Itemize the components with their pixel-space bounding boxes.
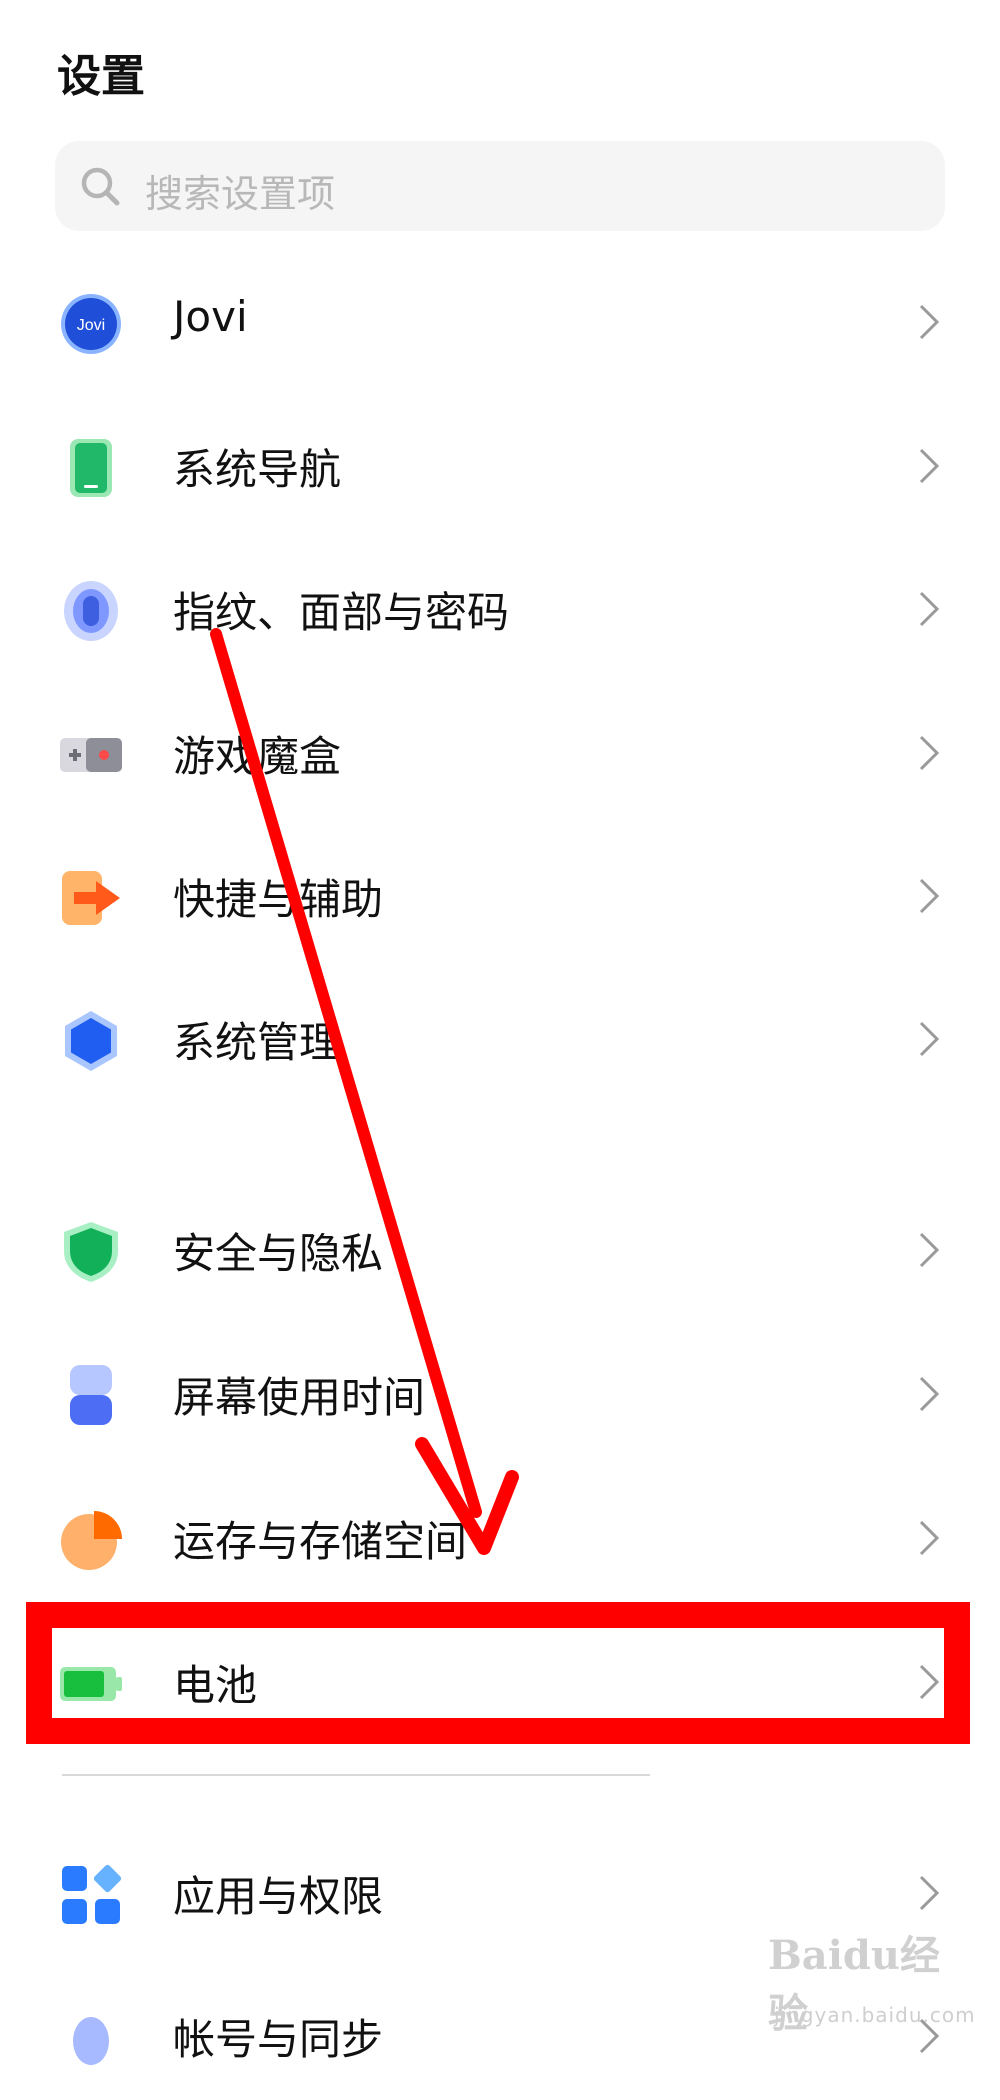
pie-storage-icon <box>61 1511 122 1570</box>
settings-item-label: 屏幕使用时间 <box>173 1373 426 1422</box>
settings-item-label: 系统管理 <box>173 1018 342 1067</box>
battery-highlight-box <box>26 1602 970 1744</box>
fingerprint-icon <box>64 581 118 641</box>
settings-item-system-navigation[interactable]: 系统导航 <box>0 400 1000 530</box>
page-title: 设置 <box>57 51 145 102</box>
chevron-right-icon <box>919 448 940 484</box>
settings-item-label: 帐号与同步 <box>173 2015 384 2064</box>
account-icon <box>73 2017 109 2065</box>
settings-item-shortcuts-accessibility[interactable]: 快捷与辅助 <box>0 830 1000 960</box>
apps-grid-icon <box>62 1864 122 1924</box>
settings-item-label: 快捷与辅助 <box>173 875 384 924</box>
chevron-right-icon <box>919 304 940 340</box>
baidu-jingyan-watermark: Baidu经验 jingyan.baidu.com <box>768 1905 975 2045</box>
chevron-right-icon <box>919 1520 940 1556</box>
settings-item-screen-time[interactable]: 屏幕使用时间 <box>0 1328 1000 1458</box>
search-bar[interactable]: 搜索设置项 <box>55 141 945 231</box>
watermark-url: jingyan.baidu.com <box>774 2003 976 2027</box>
shield-icon <box>64 1222 118 1282</box>
chevron-right-icon <box>919 1376 940 1412</box>
game-box-icon <box>60 738 122 772</box>
settings-item-label: Jovi <box>173 292 248 341</box>
jovi-icon: Jovi <box>61 294 121 354</box>
settings-item-ram-storage[interactable]: 运存与存储空间 <box>0 1472 1000 1602</box>
settings-item-system-management[interactable]: 系统管理 <box>0 973 1000 1103</box>
chevron-right-icon <box>919 1021 940 1057</box>
jovi-icon-text: Jovi <box>77 317 105 334</box>
settings-item-jovi[interactable]: Jovi Jovi <box>0 256 1000 386</box>
shortcut-arrow-icon <box>62 871 120 925</box>
chevron-right-icon <box>919 878 940 914</box>
chevron-right-icon <box>919 591 940 627</box>
settings-item-label: 游戏魔盒 <box>173 732 342 781</box>
settings-item-label: 应用与权限 <box>173 1872 384 1921</box>
section-divider <box>62 1774 650 1776</box>
hourglass-icon <box>70 1365 112 1425</box>
settings-item-game-box[interactable]: 游戏魔盒 <box>0 687 1000 817</box>
phone-navigation-icon <box>70 439 112 497</box>
chevron-right-icon <box>919 735 940 771</box>
search-icon <box>81 167 120 206</box>
settings-item-label: 安全与隐私 <box>173 1229 384 1278</box>
settings-item-label: 指纹、面部与密码 <box>173 588 510 637</box>
settings-item-security-privacy[interactable]: 安全与隐私 <box>0 1184 1000 1314</box>
hexagon-system-icon <box>65 1011 117 1071</box>
chevron-right-icon <box>919 1232 940 1268</box>
settings-item-label: 运存与存储空间 <box>173 1517 468 1566</box>
settings-item-fingerprint-face-password[interactable]: 指纹、面部与密码 <box>0 543 1000 673</box>
search-input[interactable]: 搜索设置项 <box>145 163 335 218</box>
settings-item-label: 系统导航 <box>173 445 342 494</box>
